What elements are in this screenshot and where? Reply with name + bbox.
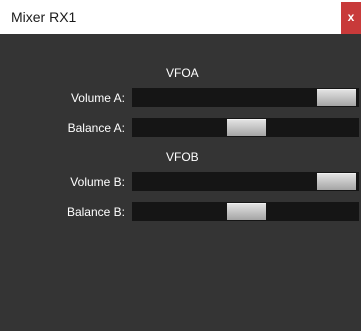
volume-a-slider-thumb[interactable] [316,89,356,106]
volume-a-slider[interactable] [132,88,359,107]
title-bar: Mixer RX1 x [0,0,361,34]
mixer-window: Mixer RX1 x VFOA Volume A: Balance A: VF… [0,0,361,331]
balance-a-label: Balance A: [67,121,125,135]
balance-a-slider-thumb[interactable] [226,119,266,136]
balance-b-slider[interactable] [132,202,359,221]
window-title: Mixer RX1 [11,9,77,25]
balance-b-label: Balance B: [66,205,125,219]
volume-a-label: Volume A: [70,91,125,105]
mixer-content: VFOA Volume A: Balance A: VFOB Volume B:… [0,34,361,331]
volume-b-slider[interactable] [132,172,359,191]
volume-b-slider-thumb[interactable] [316,173,356,190]
balance-b-slider-thumb[interactable] [226,203,266,220]
section-title-vfoa: VFOA [166,66,199,80]
balance-a-slider[interactable] [132,118,359,137]
close-button[interactable]: x [341,2,361,34]
section-title-vfob: VFOB [166,150,199,164]
volume-b-label: Volume B: [70,175,125,189]
